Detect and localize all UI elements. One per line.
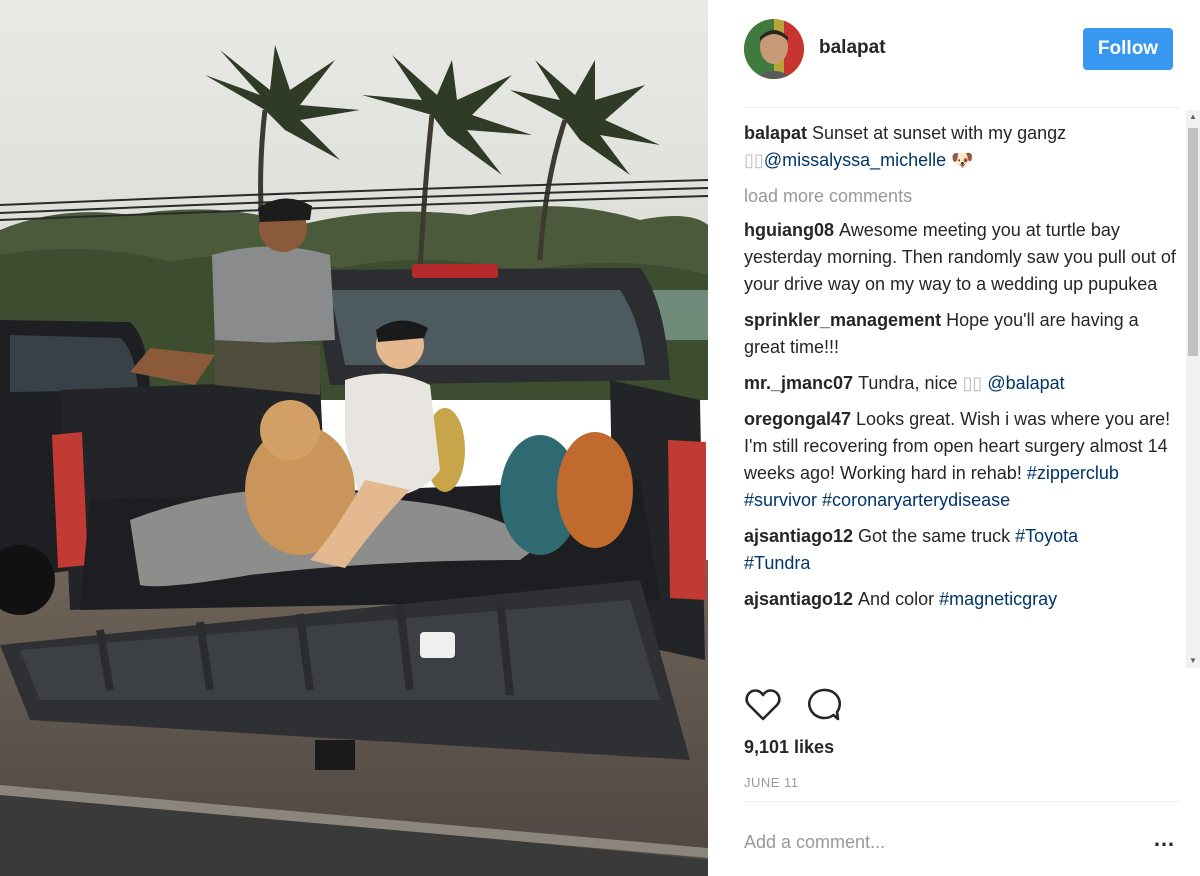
list-item: sprinkler_management Hope you'll are havi…	[744, 307, 1184, 361]
comment-username[interactable]: oregongal47	[744, 409, 851, 429]
post-photo[interactable]	[0, 0, 708, 876]
comment-text: Got the same truck	[858, 526, 1011, 546]
list-item: ajsantiago12 And color #magneticgray	[744, 586, 1184, 613]
list-item: ajsantiago12 Got the same truck #Toyota #…	[744, 523, 1184, 577]
scroll-down-arrow-icon[interactable]: ▼	[1186, 654, 1200, 668]
hashtag-link[interactable]: #zipperclub	[1027, 463, 1119, 483]
comment-mention[interactable]: @balapat	[987, 373, 1064, 393]
comment-text: Tundra, nice	[858, 373, 958, 393]
comment-text: And color	[858, 589, 935, 609]
post-side-panel: balapat Follow balapat Sunset at sunset w…	[708, 0, 1200, 876]
avatar[interactable]	[744, 19, 804, 79]
hashtag-link[interactable]: #coronaryarterydisease	[822, 490, 1010, 510]
username[interactable]: balapat	[819, 37, 886, 59]
instagram-post: balapat Follow balapat Sunset at sunset w…	[0, 0, 1200, 876]
comment-username[interactable]: mr._jmanc07	[744, 373, 853, 393]
list-item: hguiang08 Awesome meeting you at turtle b…	[744, 217, 1184, 298]
list-item: mr._jmanc07 Tundra, nice ▯▯ @balapat	[744, 370, 1184, 397]
comment-username[interactable]: sprinkler_management	[744, 310, 941, 330]
load-more-comments-link[interactable]: load more comments	[744, 183, 1184, 210]
caption: balapat Sunset at sunset with my gangz ▯▯…	[744, 120, 1184, 174]
follow-button[interactable]: Follow	[1083, 28, 1173, 70]
caption-text: Sunset at sunset with my gangz	[812, 123, 1067, 143]
comment-bubble-icon[interactable]	[804, 686, 842, 724]
comment-username[interactable]: ajsantiago12	[744, 589, 853, 609]
caption-emoji: ▯▯	[744, 150, 764, 170]
caption-username[interactable]: balapat	[744, 123, 807, 143]
hashtag-link[interactable]: #Toyota	[1015, 526, 1078, 546]
likes-count[interactable]: 9,101 likes	[744, 737, 834, 758]
caption-mention[interactable]: @missalyssa_michelle	[764, 150, 946, 170]
hashtag-link[interactable]: #survivor	[744, 490, 817, 510]
comment-username[interactable]: hguiang08	[744, 220, 834, 240]
heart-icon[interactable]	[744, 686, 782, 724]
comment-username[interactable]: ajsantiago12	[744, 526, 853, 546]
hashtag-link[interactable]: #magneticgray	[939, 589, 1057, 609]
more-options-icon[interactable]: …	[1150, 828, 1178, 856]
avatar-image	[744, 19, 804, 79]
comments-scrollbar[interactable]: ▲ ▼	[1186, 110, 1200, 668]
scroll-up-arrow-icon[interactable]: ▲	[1186, 110, 1200, 124]
list-item: oregongal47 Looks great. Wish i was where…	[744, 406, 1184, 514]
scrollbar-thumb[interactable]	[1188, 128, 1198, 356]
post-date: JUNE 11	[744, 775, 799, 790]
add-comment-input[interactable]	[744, 832, 1124, 853]
post-header: balapat Follow	[708, 0, 1200, 106]
caption-trailing-emoji: 🐶	[951, 150, 974, 170]
divider	[744, 801, 1180, 802]
truck-bed-photo	[0, 0, 708, 876]
hashtag-link[interactable]: #Tundra	[744, 553, 810, 573]
comments-list[interactable]: balapat Sunset at sunset with my gangz ▯▯…	[744, 120, 1184, 670]
comment-emoji: ▯▯	[962, 373, 983, 393]
divider	[744, 107, 1180, 108]
